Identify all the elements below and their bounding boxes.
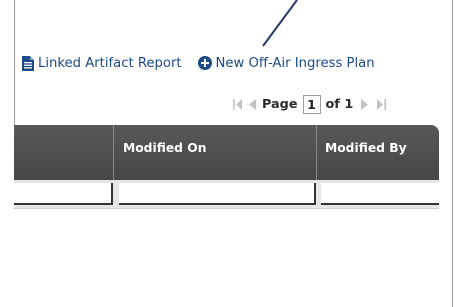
first-page-icon — [233, 98, 242, 110]
filter-input[interactable] — [14, 183, 113, 205]
filter-input-modified-by[interactable] — [321, 183, 439, 205]
toolbar: Linked Artifact Report New Off-Air Ingre… — [22, 53, 375, 73]
column-header-modified-on[interactable]: Modified On — [123, 141, 206, 155]
plus-circle-icon — [197, 56, 212, 70]
new-off-air-ingress-plan-button[interactable]: New Off-Air Ingress Plan — [197, 55, 375, 71]
header-divider — [113, 125, 114, 180]
grid-body — [14, 209, 439, 307]
next-page-icon — [361, 98, 369, 110]
first-page-button[interactable] — [233, 98, 243, 110]
page-number-input[interactable]: 1 — [302, 94, 321, 114]
last-page-icon — [377, 98, 387, 110]
last-page-button[interactable] — [376, 98, 387, 110]
previous-page-icon — [249, 98, 256, 110]
column-header-modified-by[interactable]: Modified By — [325, 141, 407, 155]
filter-input-modified-on[interactable] — [119, 183, 316, 205]
pager: Page 1 of 1 — [233, 94, 387, 114]
annotation-line — [262, 0, 298, 47]
new-off-air-ingress-plan-label: New Off-Air Ingress Plan — [215, 55, 375, 71]
previous-page-button[interactable] — [249, 98, 256, 110]
page-label: Page — [262, 96, 298, 112]
document-icon — [22, 55, 34, 71]
page-count-label: of 1 — [325, 96, 354, 112]
next-page-button[interactable] — [361, 98, 369, 110]
grid-panel: Linked Artifact Report New Off-Air Ingre… — [0, 0, 455, 307]
header-divider — [316, 125, 317, 180]
linked-artifact-report-label: Linked Artifact Report — [38, 55, 182, 71]
linked-artifact-report-link[interactable]: Linked Artifact Report — [22, 55, 182, 71]
